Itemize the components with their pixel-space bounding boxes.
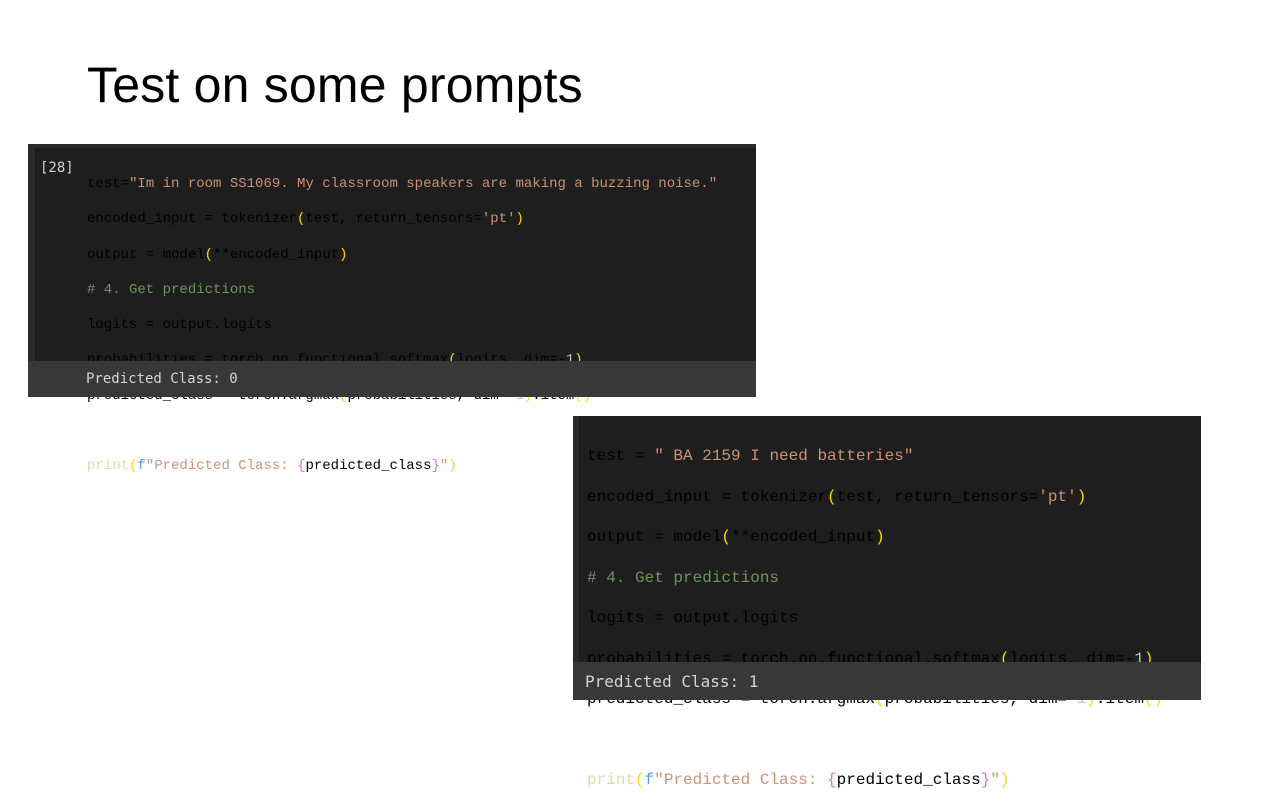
code-line-3: output = model(**encoded_input) <box>87 246 348 263</box>
code-cell-2[interactable]: test = " BA 2159 I need batteries" encod… <box>573 416 1201 789</box>
code-line-8 <box>587 728 1163 753</box>
code-line-9: print(f"Predicted Class: {predicted_clas… <box>587 771 1010 789</box>
cell-gutter <box>28 148 35 363</box>
code-editor[interactable]: test = " BA 2159 I need batteries" encod… <box>587 428 1163 809</box>
code-line-4: # 4. Get predictions <box>587 568 780 587</box>
code-line-2: encoded_input = tokenizer(test, return_t… <box>587 487 1087 506</box>
code-line-4: # 4. Get predictions <box>87 281 256 298</box>
code-line-2: encoded_input = tokenizer(test, return_t… <box>87 211 524 228</box>
code-line-3: output = model(**encoded_input) <box>587 528 885 546</box>
code-cell-1[interactable]: [28] test="Im in room SS1069. My classro… <box>28 144 756 474</box>
code-line-5: logits = output.logits <box>587 609 799 627</box>
code-line-1: test="Im in room SS1069. My classroom sp… <box>87 176 718 192</box>
cell-output: Predicted Class: 0 <box>28 361 756 397</box>
code-line-5: logits = output.logits <box>87 317 272 334</box>
code-line-1: test = " BA 2159 I need batteries" <box>587 447 914 465</box>
execution-count: [28] <box>40 160 74 176</box>
cell-output: Predicted Class: 1 <box>573 662 1201 700</box>
cell-gutter <box>573 416 579 662</box>
slide-title: Test on some prompts <box>87 57 583 113</box>
